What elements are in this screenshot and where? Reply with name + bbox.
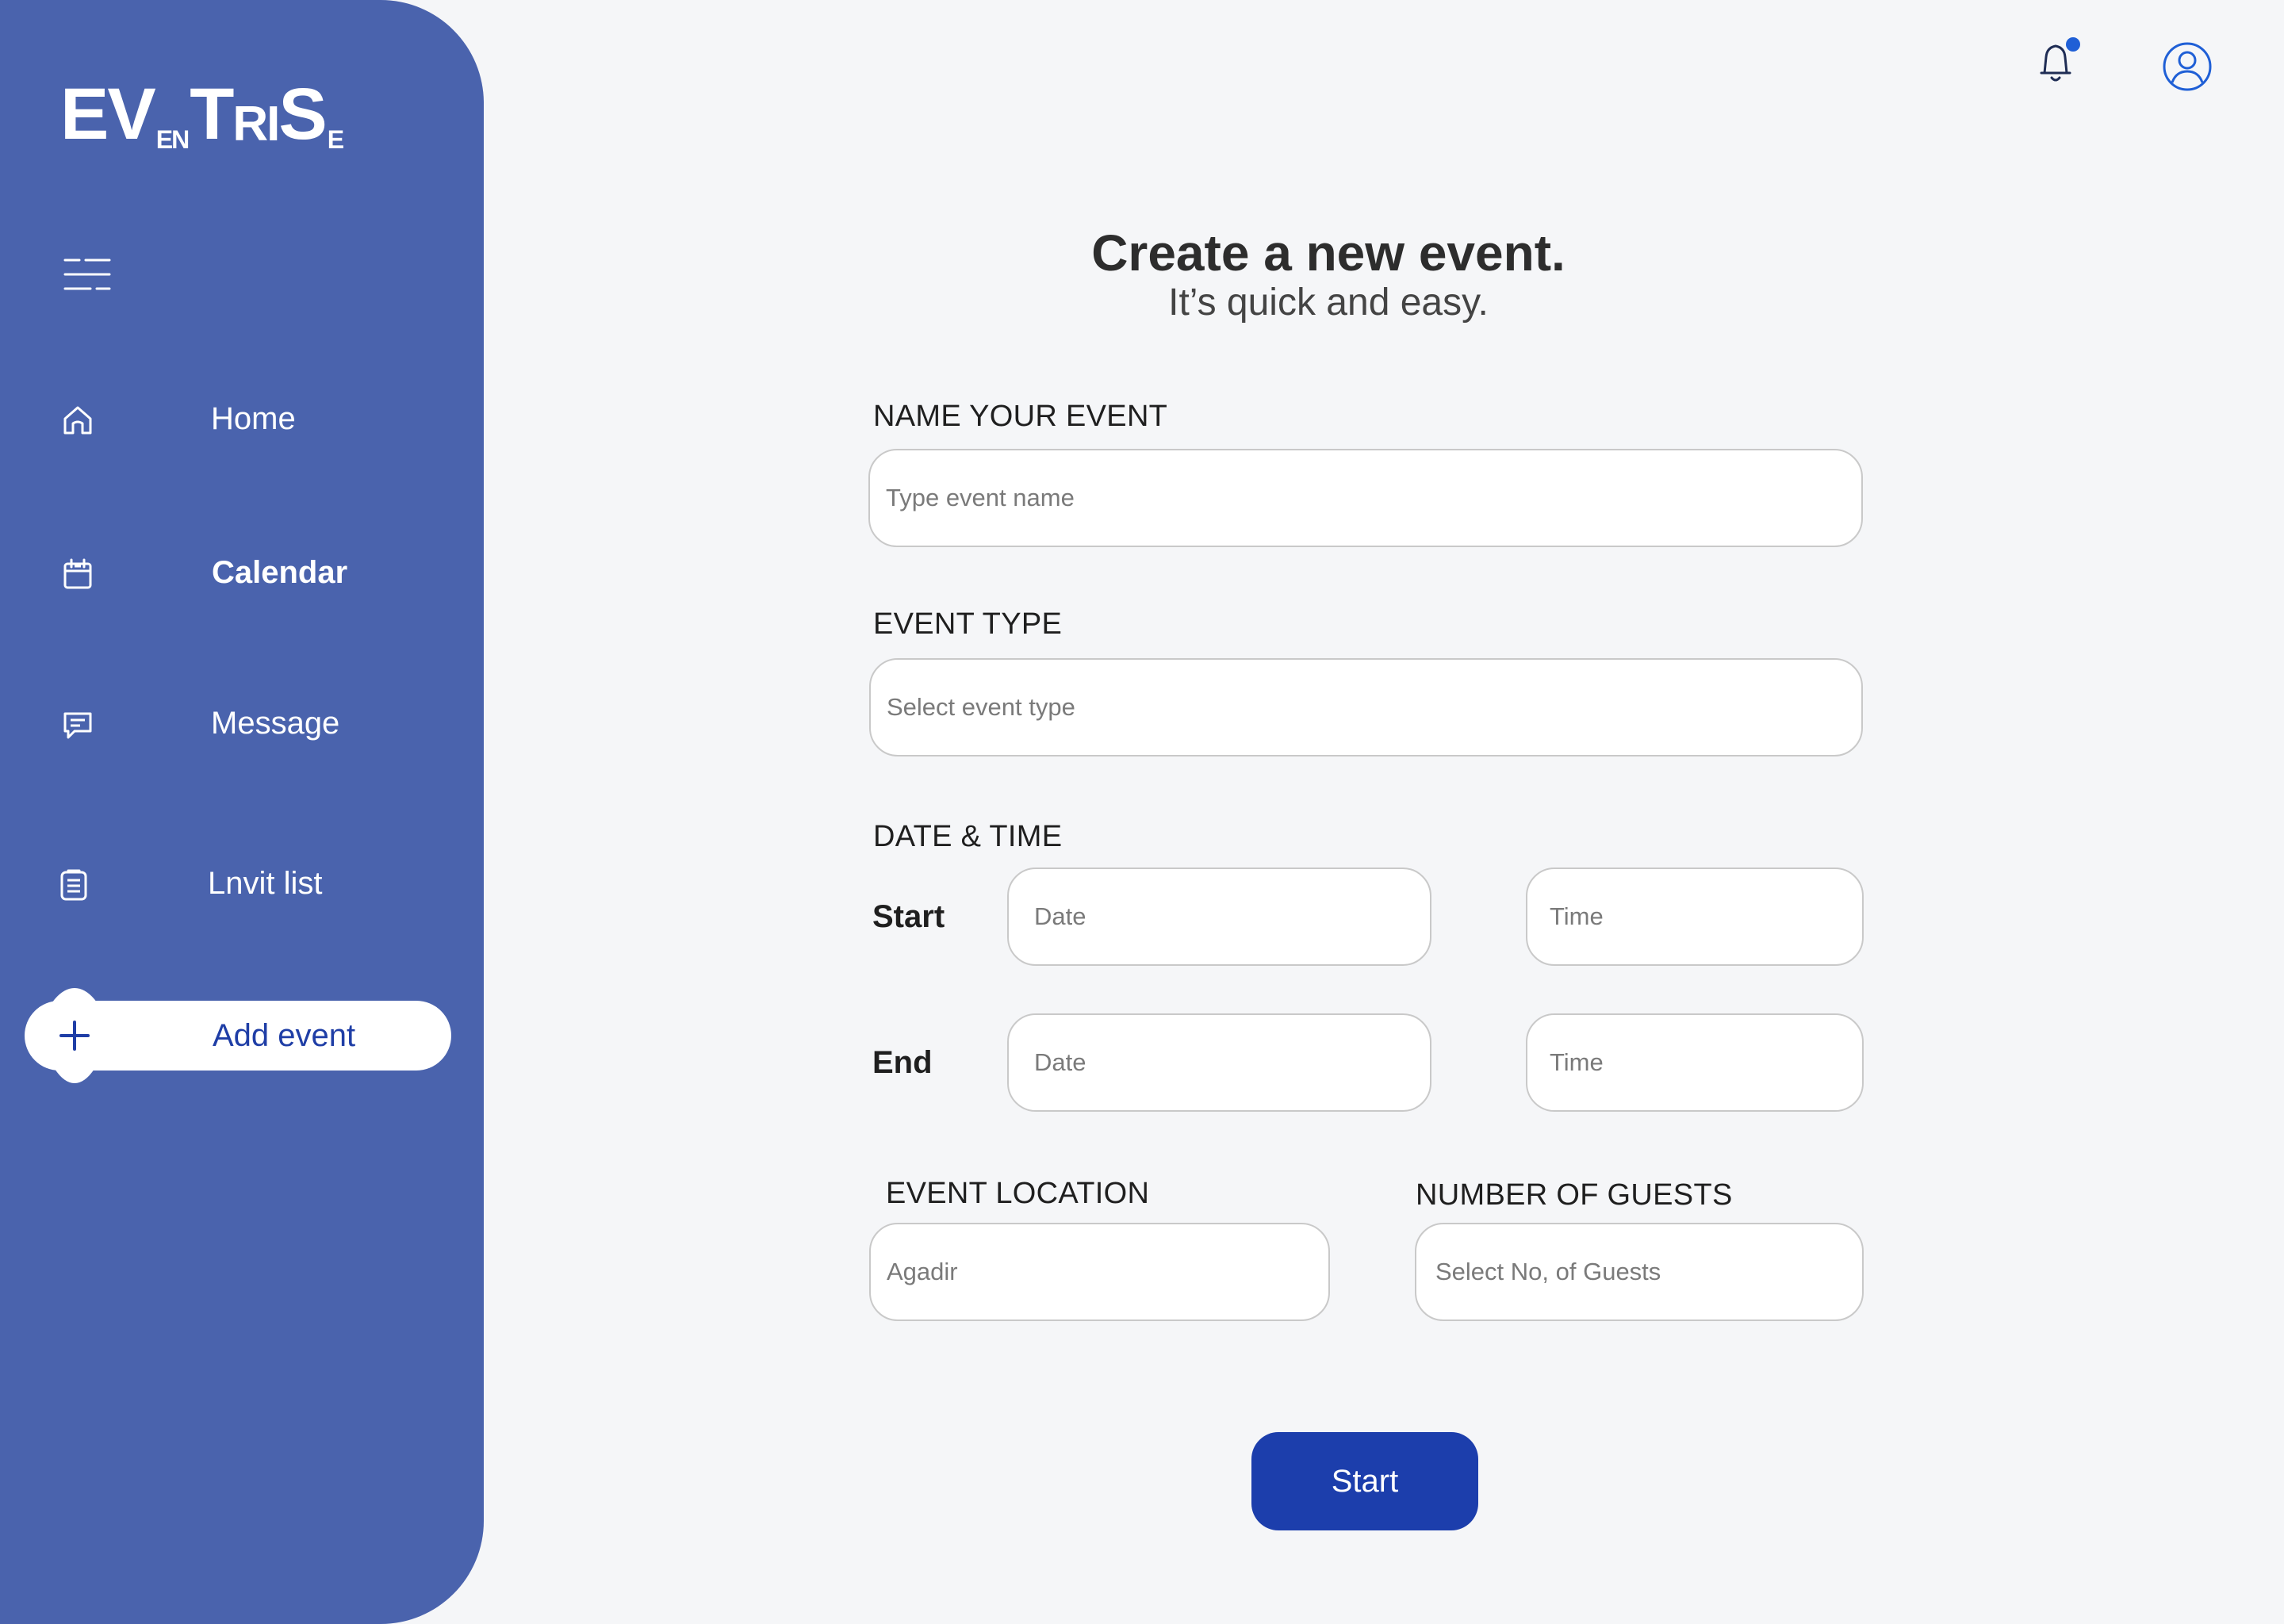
page-title: Create a new event. [1091,224,1565,282]
calendar-icon [63,558,92,589]
sidebar-item-calendar[interactable]: Calendar [0,541,484,604]
sidebar-item-label: Home [211,401,296,436]
bell-icon[interactable] [2035,35,2081,87]
end-date-input[interactable] [1007,1013,1431,1112]
sidebar-item-home[interactable]: Home [0,387,484,450]
start-time-input[interactable] [1526,868,1864,966]
location-label: EVENT LOCATION [886,1177,1150,1210]
name-label: NAME YOUR EVENT [873,400,1168,433]
clipboard-icon [60,869,87,901]
user-icon[interactable] [2162,41,2213,92]
logo: EVENTRISE [60,74,344,155]
event-name-input[interactable] [868,449,1863,547]
location-input[interactable] [869,1223,1330,1321]
sidebar-item-label: Lnvit list [208,866,323,901]
end-time-input[interactable] [1526,1013,1864,1112]
start-row-label: Start [872,899,945,934]
sidebar: EVENTRISE Home Calendar Message Lnvit li… [0,0,484,1624]
start-date-input[interactable] [1007,868,1431,966]
message-icon [63,712,92,739]
hamburger-icon[interactable] [62,255,113,293]
guests-label: NUMBER OF GUESTS [1416,1178,1733,1212]
page-subtitle: It’s quick and easy. [1168,282,1489,324]
sidebar-item-label: Calendar [212,555,348,590]
date-time-label: DATE & TIME [873,820,1063,853]
event-type-label: EVENT TYPE [873,607,1063,641]
guests-select[interactable] [1415,1223,1864,1321]
home-icon [63,406,92,435]
notification-dot [2066,37,2080,52]
sidebar-item-label: Message [211,706,340,741]
add-event-label: Add event [213,1018,356,1053]
event-type-select[interactable] [869,658,1863,756]
end-row-label: End [872,1045,933,1080]
add-event-button[interactable]: Add event [25,988,451,1083]
plus-icon [36,988,113,1083]
sidebar-item-message[interactable]: Message [0,691,484,755]
start-button[interactable]: Start [1251,1432,1478,1530]
sidebar-item-invite-list[interactable]: Lnvit list [0,852,484,915]
